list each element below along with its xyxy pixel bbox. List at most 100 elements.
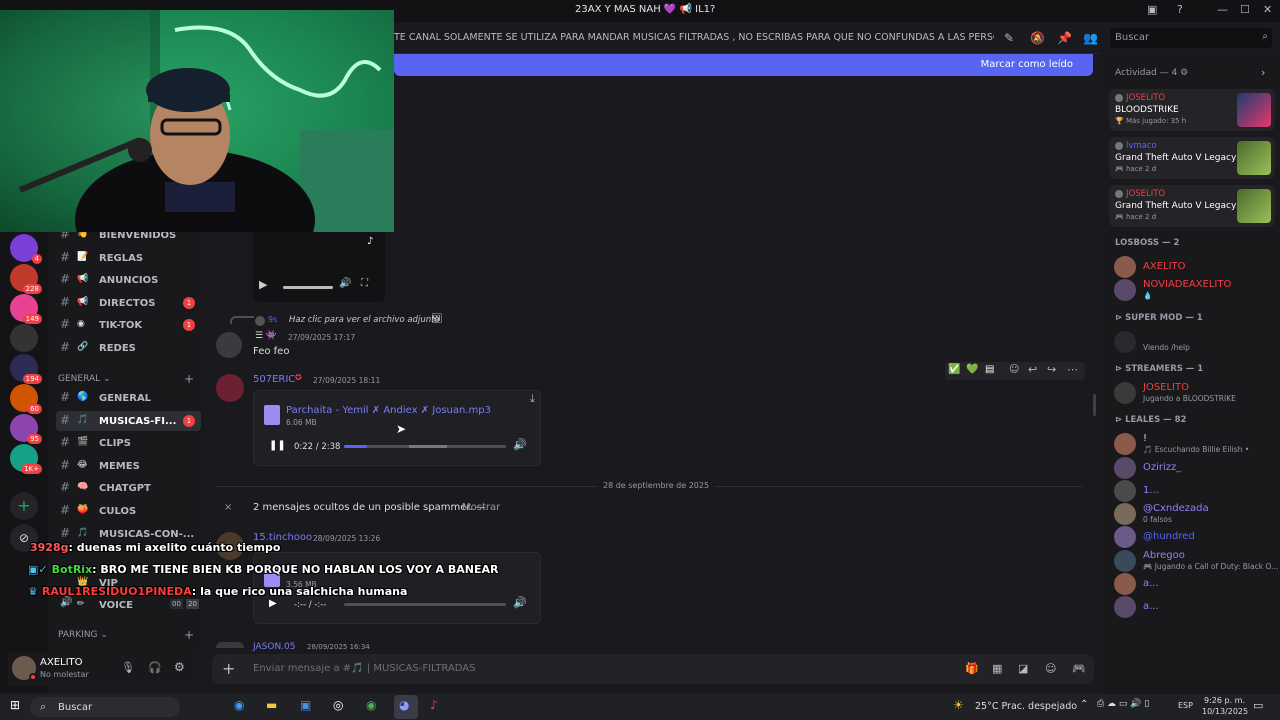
gif-icon[interactable]: ▦ [992,662,1002,675]
emoji-icon[interactable]: ☺ [1045,662,1056,675]
notifications-icon[interactable]: ▭ [1253,699,1263,712]
server-icon[interactable]: 4 [10,234,42,264]
tray-chevron-icon[interactable]: ⌃ [1080,699,1088,710]
folder-icon[interactable]: ▬ [266,698,277,712]
language-indicator[interactable]: ESP [1178,701,1193,710]
activity-card[interactable]: JOSELITO BLOODSTRIKE 🏆 Más jugado: 35 h [1109,89,1275,131]
help-icon[interactable]: ? [1177,3,1183,16]
server-icon[interactable]: 60 [10,384,42,414]
video-embed[interactable]: ♪ ▶ 🔊 ⛶ [253,232,385,302]
channel-item[interactable]: # 🎬 CLIPS [56,433,201,453]
taskbar-search[interactable]: ⌕ Buscar [30,697,180,717]
member-item[interactable]: ! 🎵 Escuchando Billie Eilish • [1114,431,1274,457]
gift-icon[interactable]: 🎁 [965,662,979,675]
server-icon[interactable]: 95 [10,414,42,444]
dismiss-icon[interactable]: × [224,502,232,513]
channel-topic[interactable]: TE CANAL SOLAMENTE SE UTILIZA PARA MANDA… [394,32,994,43]
server-icon[interactable] [10,324,38,352]
store-icon[interactable]: ▣ [300,698,311,712]
message-author[interactable]: JASON.05 [253,642,296,652]
category-general[interactable]: GENERAL ⌄ [58,374,111,384]
add-channel-icon[interactable]: + [184,628,194,642]
member-item[interactable]: AXELITO [1114,254,1274,280]
flag-reaction-icon[interactable]: ▤ [985,364,994,375]
mute-icon[interactable]: 🔕 [1030,31,1045,45]
activity-card[interactable]: lvmaco Grand Theft Auto V Legacy 🎮 hace 2 … [1109,137,1275,179]
fullscreen-icon[interactable]: ⛶ [361,278,368,289]
add-reaction-icon[interactable]: ☺ [1009,364,1019,375]
voice-channel[interactable]: 🔊 ✏ VOICE 00 20 [56,595,201,615]
members-icon[interactable]: 👥 [1083,31,1098,45]
channel-item[interactable]: # 😂 MEMES [56,456,201,476]
server-icon[interactable]: 228 [10,264,42,294]
volume-icon[interactable]: 🔊 [513,596,527,609]
member-item[interactable]: Viendo /help [1114,329,1274,355]
inbox-icon[interactable]: ▣ [1147,3,1157,16]
add-channel-icon[interactable]: + [184,372,194,386]
app-icon[interactable]: ◎ [333,698,343,712]
show-hidden-button[interactable]: Mostrar [462,502,500,513]
file-name-link[interactable]: Parchaita - Yemil ✗ Andiex ✗ Josuan.mp3 [286,405,491,416]
chrome-icon[interactable]: ◉ [366,698,376,712]
play-icon[interactable]: ▶ [259,278,267,291]
mark-as-read-button[interactable]: Marcar como leído [981,59,1073,70]
audio-seek-bar[interactable] [344,603,506,606]
add-server-icon[interactable]: + [10,492,38,520]
avatar[interactable] [216,374,244,402]
channel-item[interactable]: # ◉ TIK-TOK 1 [56,315,201,335]
member-item[interactable]: a... [1114,594,1274,620]
weather-text[interactable]: 25°C Prac. despejado [975,701,1077,712]
tray-icons[interactable]: ⎙ ☁ ▭ 🔊 ▯ [1097,699,1149,709]
avatar[interactable] [216,642,244,648]
message-author[interactable]: 507ERIC [253,374,295,385]
channel-item[interactable]: # 🍑 CULOS [56,501,201,521]
close-button[interactable]: ✕ [1263,3,1272,16]
member-item[interactable]: NOVIADEAXELITO 💧 [1114,277,1274,303]
pause-icon[interactable]: ❚❚ [269,440,286,451]
volume-icon[interactable]: 🔊 [513,438,527,451]
heart-reaction-icon[interactable]: 💚 [966,364,978,375]
reply-icon[interactable]: ↩ [1028,363,1037,376]
video-volume-bar[interactable] [283,286,333,289]
channel-item[interactable]: # 🌎 GENERAL [56,388,201,408]
member-item[interactable]: 1... [1114,478,1274,504]
search-input[interactable]: Buscar ⌕ [1110,28,1272,48]
channel-item[interactable]: # 🎵 MUSICAS-FI... 1 [56,410,201,431]
member-item[interactable]: a... [1114,571,1274,597]
scrollbar-thumb[interactable] [1093,394,1096,416]
chevron-right-icon[interactable]: › [1261,66,1265,79]
clock-date[interactable]: 10/13/2025 [1202,707,1248,716]
forward-icon[interactable]: ↪ [1047,363,1056,376]
activity-card[interactable]: JOSELITO Grand Theft Auto V Legacy 🎮 hace … [1109,185,1275,227]
edge-icon[interactable]: ◉ [234,698,244,712]
clock-time[interactable]: 9:26 p. m. [1204,696,1245,705]
microphone-icon[interactable]: 🎙 [121,661,135,674]
new-messages-bar[interactable]: Marcar como leído [394,54,1093,76]
volume-icon[interactable]: 🔊 [339,278,351,289]
avatar[interactable] [216,332,242,358]
channel-item[interactable]: # 🔗 REDES [56,338,201,358]
channel-item[interactable]: # 🧠 CHATGPT [56,478,201,498]
more-icon[interactable]: ⋯ [1067,363,1078,376]
server-icon[interactable]: 149 [10,294,42,324]
pin-icon[interactable]: 📌 [1057,31,1072,45]
reply-preview[interactable]: Haz clic para ver el archivo adjunto [289,315,440,325]
server-icon[interactable]: 194 [10,354,42,384]
apps-icon[interactable]: 🎮 [1072,662,1086,675]
member-item[interactable]: Abregoo 🎮 Jugando a Call of Duty: Black O… [1114,548,1278,574]
tiktok-taskbar-icon[interactable]: ♪ [430,698,438,712]
minimize-button[interactable]: — [1217,3,1228,16]
headphones-icon[interactable]: 🎧 [148,661,162,674]
channel-item[interactable]: # 📝 REGLAS [56,248,201,268]
member-item[interactable]: Ozirizz_ [1114,455,1274,481]
play-icon[interactable]: ▶ [269,598,277,609]
discord-taskbar-icon[interactable]: ◕ [394,695,418,719]
windows-start-icon[interactable]: ⊞ [10,698,20,712]
add-attachment-icon[interactable]: + [222,659,235,678]
member-item[interactable]: JOSELITO Jugando a BLOODSTRIKE [1114,380,1274,406]
server-icon[interactable]: 1K+ [10,444,42,474]
reply-username[interactable]: 9s [268,315,277,324]
settings-gear-icon[interactable]: ⚙ [174,660,185,674]
member-item[interactable]: @Cxndezada 0 falsos [1114,501,1274,527]
gear-icon[interactable]: ⚙ [1180,68,1188,78]
